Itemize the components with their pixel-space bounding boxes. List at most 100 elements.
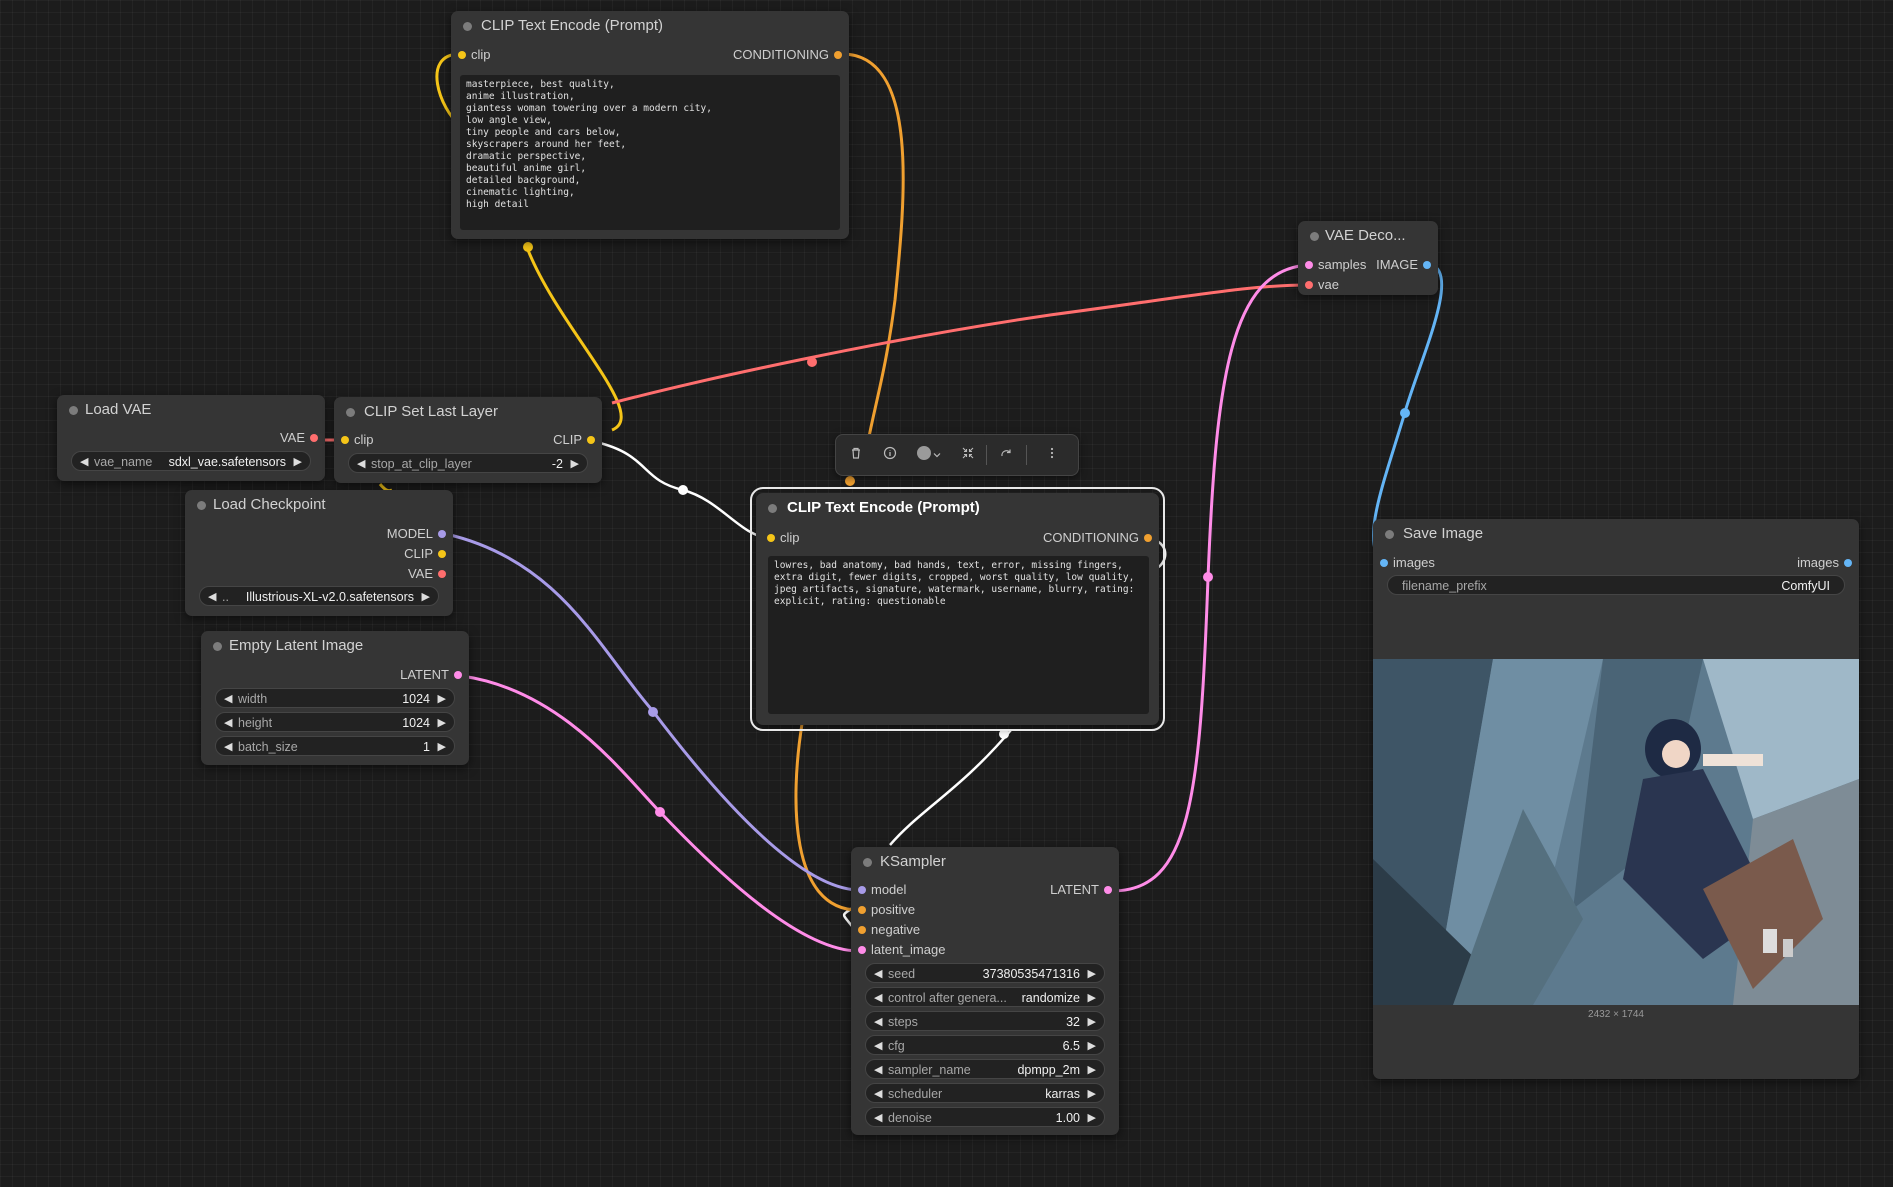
prompt-textarea[interactable]: lowres, bad anatomy, bad hands, text, er… bbox=[768, 556, 1149, 714]
output-dot-icon[interactable] bbox=[1844, 559, 1852, 567]
output-latent[interactable]: LATENT bbox=[400, 666, 462, 684]
input-dot-icon[interactable] bbox=[858, 906, 866, 914]
node-title[interactable]: CLIP Set Last Layer bbox=[334, 397, 602, 427]
scheduler-combo[interactable]: ◀ scheduler karras ▶ bbox=[865, 1083, 1105, 1103]
load-vae-node[interactable]: Load VAE VAE ◀ vae_name sdxl_vae.safeten… bbox=[57, 395, 325, 481]
info-icon[interactable] bbox=[880, 445, 900, 465]
output-dot-icon[interactable] bbox=[587, 436, 595, 444]
vae-name-combo[interactable]: ◀ vae_name sdxl_vae.safetensors ▶ bbox=[71, 451, 311, 471]
output-model[interactable]: MODEL bbox=[387, 525, 446, 543]
node-title[interactable]: CLIP Text Encode (Prompt) bbox=[756, 493, 1159, 523]
increment-arrow-icon[interactable]: ▶ bbox=[1088, 988, 1096, 1008]
vae-decode-node[interactable]: VAE Deco... samples vae IMAGE bbox=[1298, 221, 1438, 295]
output-clip[interactable]: CLIP bbox=[553, 431, 595, 449]
filename-prefix-field[interactable]: filename_prefix ComfyUI bbox=[1387, 575, 1845, 595]
node-title[interactable]: Load VAE bbox=[57, 395, 325, 425]
output-clip[interactable]: CLIP bbox=[404, 545, 446, 563]
node-title[interactable]: KSampler bbox=[851, 847, 1119, 877]
cfg-stepper[interactable]: ◀ cfg 6.5 ▶ bbox=[865, 1035, 1105, 1055]
input-dot-icon[interactable] bbox=[858, 886, 866, 894]
collapse-dot-icon[interactable] bbox=[863, 858, 872, 867]
sampler-name-combo[interactable]: ◀ sampler_name dpmpp_2m ▶ bbox=[865, 1059, 1105, 1079]
input-dot-icon[interactable] bbox=[341, 436, 349, 444]
collapse-dot-icon[interactable] bbox=[346, 408, 355, 417]
save-image-node[interactable]: Save Image images images filename_prefix… bbox=[1373, 519, 1859, 1079]
input-clip[interactable]: clip bbox=[767, 529, 800, 547]
input-positive[interactable]: positive bbox=[858, 901, 915, 919]
node-title[interactable]: CLIP Text Encode (Prompt) bbox=[451, 11, 849, 41]
output-dot-icon[interactable] bbox=[1423, 261, 1431, 269]
denoise-stepper[interactable]: ◀ denoise 1.00 ▶ bbox=[865, 1107, 1105, 1127]
output-vae[interactable]: VAE bbox=[280, 429, 318, 447]
collapse-dot-icon[interactable] bbox=[213, 642, 222, 651]
node-title[interactable]: Empty Latent Image bbox=[201, 631, 469, 661]
increment-arrow-icon[interactable]: ▶ bbox=[438, 713, 446, 733]
increment-arrow-icon[interactable]: ▶ bbox=[422, 587, 430, 607]
input-negative[interactable]: negative bbox=[858, 921, 920, 939]
input-samples[interactable]: samples bbox=[1305, 256, 1366, 274]
increment-arrow-icon[interactable]: ▶ bbox=[1088, 1060, 1096, 1080]
output-image[interactable]: IMAGE bbox=[1376, 256, 1431, 274]
increment-arrow-icon[interactable]: ▶ bbox=[1088, 1108, 1096, 1128]
output-conditioning[interactable]: CONDITIONING bbox=[1043, 529, 1152, 547]
output-dot-icon[interactable] bbox=[454, 671, 462, 679]
ckpt-name-combo[interactable]: ◀ .. Illustrious-XL-v2.0.safetensors ▶ bbox=[199, 586, 439, 606]
chevron-down-icon[interactable] bbox=[930, 445, 944, 465]
collapse-icon[interactable] bbox=[958, 445, 978, 465]
seed-stepper[interactable]: ◀ seed 37380535471316 ▶ bbox=[865, 963, 1105, 983]
decrement-arrow-icon[interactable]: ◀ bbox=[357, 454, 365, 474]
output-dot-icon[interactable] bbox=[310, 434, 318, 442]
increment-arrow-icon[interactable]: ▶ bbox=[438, 737, 446, 757]
decrement-arrow-icon[interactable]: ◀ bbox=[874, 1060, 882, 1080]
decrement-arrow-icon[interactable]: ◀ bbox=[80, 452, 88, 472]
increment-arrow-icon[interactable]: ▶ bbox=[1088, 1036, 1096, 1056]
trash-icon[interactable] bbox=[846, 445, 866, 465]
increment-arrow-icon[interactable]: ▶ bbox=[1088, 1012, 1096, 1032]
increment-arrow-icon[interactable]: ▶ bbox=[1088, 964, 1096, 984]
decrement-arrow-icon[interactable]: ◀ bbox=[208, 587, 216, 607]
load-checkpoint-node[interactable]: Load Checkpoint MODEL CLIP VAE ◀ .. Illu… bbox=[185, 490, 453, 616]
collapse-dot-icon[interactable] bbox=[1385, 530, 1394, 539]
input-clip[interactable]: clip bbox=[458, 46, 491, 64]
decrement-arrow-icon[interactable]: ◀ bbox=[224, 689, 232, 709]
output-dot-icon[interactable] bbox=[438, 570, 446, 578]
input-images[interactable]: images bbox=[1380, 554, 1435, 572]
collapse-dot-icon[interactable] bbox=[768, 504, 777, 513]
output-dot-icon[interactable] bbox=[1144, 534, 1152, 542]
input-vae[interactable]: vae bbox=[1305, 276, 1339, 294]
input-latent-image[interactable]: latent_image bbox=[858, 941, 945, 959]
output-images[interactable]: images bbox=[1797, 554, 1852, 572]
steps-stepper[interactable]: ◀ steps 32 ▶ bbox=[865, 1011, 1105, 1031]
increment-arrow-icon[interactable]: ▶ bbox=[438, 689, 446, 709]
increment-arrow-icon[interactable]: ▶ bbox=[1088, 1084, 1096, 1104]
input-dot-icon[interactable] bbox=[858, 946, 866, 954]
node-title[interactable]: Save Image bbox=[1373, 519, 1859, 549]
more-icon[interactable] bbox=[1042, 445, 1062, 465]
redo-icon[interactable] bbox=[996, 445, 1016, 465]
input-clip[interactable]: clip bbox=[341, 431, 374, 449]
input-dot-icon[interactable] bbox=[1380, 559, 1388, 567]
input-dot-icon[interactable] bbox=[458, 51, 466, 59]
output-latent[interactable]: LATENT bbox=[1050, 881, 1112, 899]
height-stepper[interactable]: ◀ height 1024 ▶ bbox=[215, 712, 455, 732]
node-title[interactable]: Load Checkpoint bbox=[185, 490, 453, 520]
batch-size-stepper[interactable]: ◀ batch_size 1 ▶ bbox=[215, 736, 455, 756]
collapse-dot-icon[interactable] bbox=[463, 22, 472, 31]
ksampler-node[interactable]: KSampler model positive negative latent_… bbox=[851, 847, 1119, 1135]
clip-set-last-layer-node[interactable]: CLIP Set Last Layer clip CLIP ◀ stop_at_… bbox=[334, 397, 602, 483]
width-stepper[interactable]: ◀ width 1024 ▶ bbox=[215, 688, 455, 708]
collapse-dot-icon[interactable] bbox=[197, 501, 206, 510]
output-dot-icon[interactable] bbox=[834, 51, 842, 59]
input-model[interactable]: model bbox=[858, 881, 906, 899]
input-dot-icon[interactable] bbox=[767, 534, 775, 542]
clip-text-encode-negative-node[interactable]: CLIP Text Encode (Prompt) clip CONDITION… bbox=[750, 487, 1165, 731]
clip-text-encode-positive-node[interactable]: CLIP Text Encode (Prompt) clip CONDITION… bbox=[451, 11, 849, 239]
increment-arrow-icon[interactable]: ▶ bbox=[571, 454, 579, 474]
decrement-arrow-icon[interactable]: ◀ bbox=[874, 1036, 882, 1056]
decrement-arrow-icon[interactable]: ◀ bbox=[874, 1084, 882, 1104]
node-title[interactable]: VAE Deco... bbox=[1298, 221, 1438, 251]
decrement-arrow-icon[interactable]: ◀ bbox=[224, 737, 232, 757]
decrement-arrow-icon[interactable]: ◀ bbox=[874, 1012, 882, 1032]
stop-at-clip-layer-stepper[interactable]: ◀ stop_at_clip_layer -2 ▶ bbox=[348, 453, 588, 473]
collapse-dot-icon[interactable] bbox=[1310, 232, 1319, 241]
